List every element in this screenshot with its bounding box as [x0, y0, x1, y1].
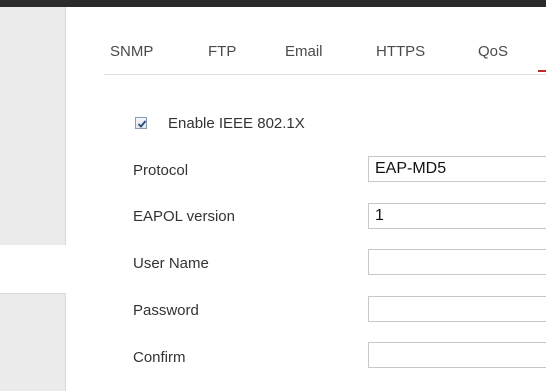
- top-bar: [0, 0, 546, 7]
- tab-qos[interactable]: QoS: [478, 43, 508, 60]
- user-name-label: User Name: [133, 255, 209, 272]
- protocol-select[interactable]: EAP-MD5: [368, 156, 546, 182]
- confirm-label: Confirm: [133, 349, 186, 366]
- tab-email[interactable]: Email: [285, 43, 323, 60]
- password-label: Password: [133, 302, 199, 319]
- tab-ftp[interactable]: FTP: [208, 43, 236, 60]
- protocol-label: Protocol: [133, 162, 189, 179]
- tab-divider: [104, 74, 546, 75]
- password-input[interactable]: [368, 296, 546, 322]
- tab-https[interactable]: HTTPS: [376, 43, 425, 60]
- enable-ieee-8021x-row: Enable IEEE 802.1X: [135, 113, 305, 133]
- checkmark-icon: [137, 120, 147, 128]
- sidebar-item[interactable]: [0, 245, 66, 293]
- eapol-version-label: EAPOL version: [133, 208, 235, 225]
- enable-ieee-8021x-label: Enable IEEE 802.1X: [168, 114, 305, 132]
- enable-ieee-8021x-checkbox[interactable]: [135, 117, 147, 129]
- sidebar-divider: [0, 293, 66, 294]
- left-sidebar: [0, 7, 66, 391]
- user-name-input[interactable]: [368, 249, 546, 275]
- eapol-version-select[interactable]: 1: [368, 203, 546, 229]
- active-tab-indicator: [538, 70, 546, 72]
- confirm-password-input[interactable]: [368, 342, 546, 368]
- tab-snmp[interactable]: SNMP: [110, 43, 153, 60]
